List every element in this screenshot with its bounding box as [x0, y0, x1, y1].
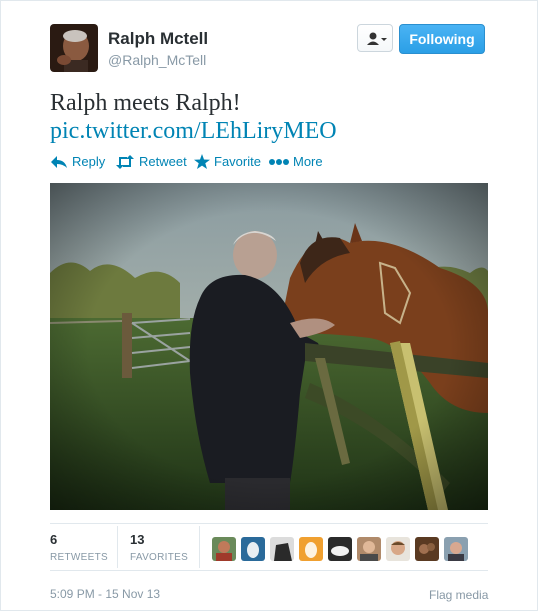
user-actions-button[interactable]: [357, 24, 393, 52]
tweet-text: Ralph meets Ralph!: [50, 90, 241, 116]
flag-media-link[interactable]: Flag media: [429, 588, 488, 602]
more-label: More: [293, 154, 323, 169]
favorites-stat[interactable]: 13 FAVORITES: [130, 532, 188, 563]
retweets-count: 6: [50, 532, 58, 547]
reply-action[interactable]: Reply: [50, 154, 105, 169]
favorites-count: 13: [130, 532, 145, 547]
retweets-label: RETWEETS: [50, 552, 108, 563]
tweet-photo[interactable]: [50, 183, 488, 510]
user-avatar[interactable]: [50, 24, 98, 72]
favoriter-avatar[interactable]: [212, 537, 236, 561]
favoriter-avatar[interactable]: [270, 537, 294, 561]
retweet-action[interactable]: Retweet: [115, 154, 187, 169]
tweet-timestamp[interactable]: 5:09 PM - 15 Nov 13: [50, 587, 160, 601]
retweets-stat[interactable]: 6 RETWEETS: [50, 532, 108, 563]
reply-icon: [51, 155, 67, 168]
favoriter-avatar[interactable]: [415, 537, 439, 561]
favoriter-avatar[interactable]: [241, 537, 265, 561]
favorite-action[interactable]: Favorite: [194, 154, 261, 169]
stats-divider-bottom: [50, 570, 488, 571]
favoriter-avatar[interactable]: [328, 537, 352, 561]
retweet-label: Retweet: [139, 154, 187, 169]
more-dots-icon: [269, 158, 289, 165]
more-action[interactable]: More: [269, 154, 323, 169]
favoriter-avatar[interactable]: [299, 537, 323, 561]
favoriter-avatar[interactable]: [444, 537, 468, 561]
reply-label: Reply: [72, 154, 106, 169]
person-dropdown-icon: [367, 32, 387, 45]
following-button[interactable]: Following: [399, 24, 485, 54]
favorite-label: Favorite: [214, 154, 261, 169]
stats-divider-top: [50, 523, 488, 524]
favorites-label: FAVORITES: [130, 552, 189, 563]
user-handle[interactable]: @Ralph_McTell: [108, 52, 206, 68]
favoriter-avatar[interactable]: [357, 537, 381, 561]
tweet-media-link[interactable]: pic.twitter.com/LEhLiryMEO: [50, 116, 337, 146]
retweet-icon: [116, 154, 134, 169]
stats-separator: [199, 526, 200, 568]
stats-separator: [117, 526, 118, 568]
user-name[interactable]: Ralph Mctell: [108, 29, 208, 49]
favoriter-avatar[interactable]: [386, 537, 410, 561]
star-icon: [194, 154, 210, 169]
